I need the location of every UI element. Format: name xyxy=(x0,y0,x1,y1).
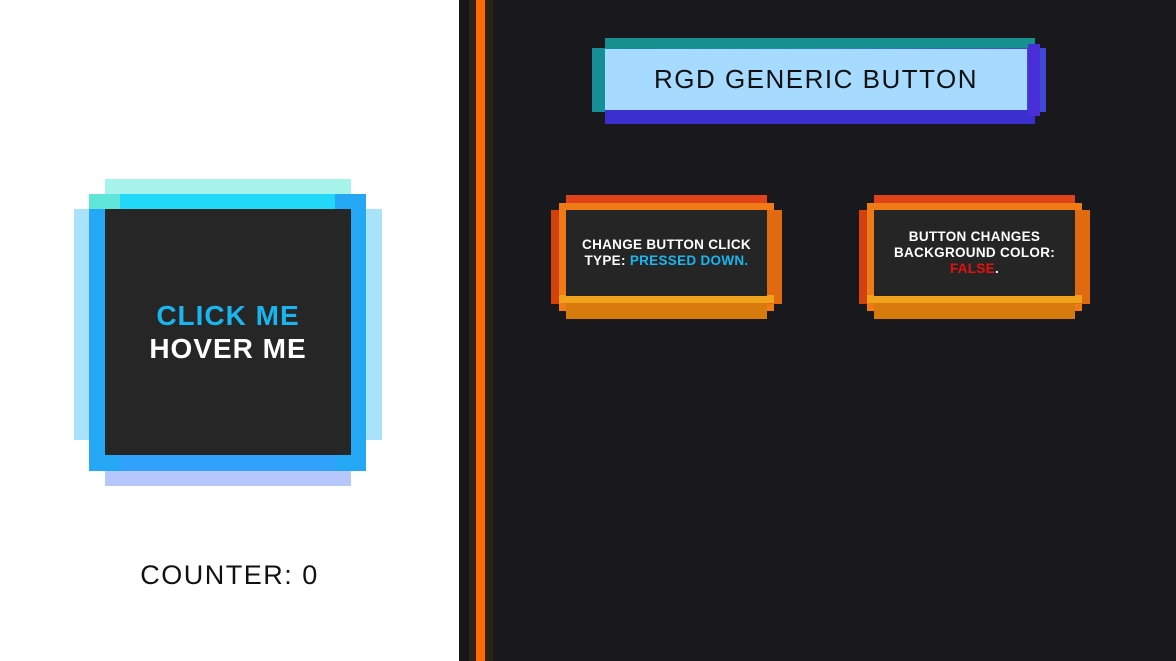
click-type-value: PRESSED DOWN. xyxy=(629,253,749,268)
divider-stripe xyxy=(469,0,476,661)
hover-me-label: HOVER ME xyxy=(149,333,307,364)
click-me-label: CLICK ME xyxy=(156,300,300,331)
bg-color-line1: BUTTON CHANGES xyxy=(908,229,1041,244)
bg-color-option-button[interactable]: BUTTON CHANGES BACKGROUND COLOR: FALSE. xyxy=(859,195,1090,319)
bg-color-line2: BACKGROUND COLOR: xyxy=(893,245,1056,260)
option-border-layer xyxy=(1075,210,1090,304)
header-title-button[interactable]: RGD GENERIC BUTTON xyxy=(592,38,1046,124)
button-border-layer xyxy=(89,194,120,209)
button-border-layer xyxy=(105,471,351,486)
option-border-layer xyxy=(867,295,1082,303)
option-border-layer xyxy=(874,303,1075,319)
bg-color-line3: FALSE. xyxy=(950,261,999,277)
click-type-line1: CHANGE BUTTON CLICK xyxy=(582,237,751,252)
divider-stripe xyxy=(459,0,469,661)
left-panel: CLICK ME HOVER ME COUNTER: 0 xyxy=(0,0,459,661)
click-type-option-button[interactable]: CHANGE BUTTON CLICK TYPE: PRESSED DOWN. xyxy=(551,195,782,319)
header-title: RGD GENERIC BUTTON xyxy=(605,49,1027,110)
bg-color-option-face: BUTTON CHANGES BACKGROUND COLOR: FALSE. xyxy=(874,210,1075,296)
counter-text: COUNTER: 0 xyxy=(140,560,319,590)
divider-accent-stripe xyxy=(476,0,485,661)
header-border-layer xyxy=(1028,44,1040,116)
option-border-layer xyxy=(566,303,767,319)
header-border-layer xyxy=(605,110,1035,124)
button-border-layer xyxy=(120,194,335,209)
bg-color-value: FALSE xyxy=(949,261,995,276)
option-border-layer xyxy=(559,295,774,303)
click-type-line2: TYPE: PRESSED DOWN. xyxy=(585,253,749,269)
divider-stripe xyxy=(485,0,493,661)
click-me-button[interactable]: CLICK ME HOVER ME xyxy=(74,179,382,486)
button-border-layer xyxy=(120,455,335,471)
click-type-prefix: TYPE: xyxy=(584,253,630,268)
bg-color-suffix: . xyxy=(994,261,1000,276)
option-border-layer xyxy=(767,210,782,304)
click-type-option-face: CHANGE BUTTON CLICK TYPE: PRESSED DOWN. xyxy=(566,210,767,296)
click-me-button-face[interactable]: CLICK ME HOVER ME xyxy=(105,209,351,455)
